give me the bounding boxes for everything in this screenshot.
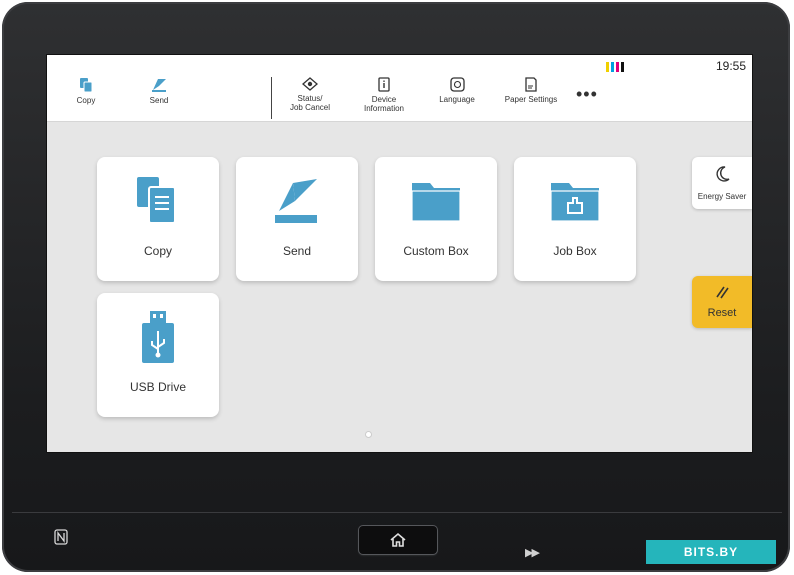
page-indicator (365, 431, 372, 438)
toner-magenta (616, 62, 619, 72)
usb-drive-icon (142, 311, 174, 363)
topbar-copy-button[interactable]: Copy (47, 77, 126, 105)
paper-settings-label: Paper Settings (504, 95, 558, 104)
language-icon (449, 77, 465, 92)
reset-icon (716, 286, 729, 299)
usb-drive-tile[interactable]: USB Drive (97, 293, 219, 417)
send-icon (152, 79, 166, 92)
status-job-cancel-label: Status/ Job Cancel (289, 94, 331, 112)
copy-icon (80, 78, 93, 93)
language-label: Language (439, 95, 475, 104)
device-information-button[interactable]: Device Information (344, 77, 424, 113)
custom-box-tile[interactable]: Custom Box (375, 157, 497, 281)
topbar-send-label: Send (149, 96, 169, 105)
usb-drive-tile-label: USB Drive (129, 380, 186, 394)
paper-icon (525, 77, 537, 92)
printer-panel: Copy Send Status/ Job Cancel Device Info… (2, 2, 790, 572)
chevron-right-icon: ▶▶ (525, 547, 540, 559)
copy-tile-label: Copy (143, 244, 172, 258)
home-button[interactable] (359, 526, 437, 554)
copy-tile[interactable]: Copy (97, 157, 219, 281)
home-icon (390, 532, 406, 547)
send-tile-label: Send (282, 244, 312, 258)
job-box-tile-label: Job Box (553, 244, 597, 258)
topbar-send-button[interactable]: Send (119, 77, 199, 105)
reset-label: Reset (707, 307, 737, 319)
job-box-tile[interactable]: Job Box (514, 157, 636, 281)
paper-settings-button[interactable]: Paper Settings (491, 77, 571, 104)
device-information-label: Device Information (363, 95, 405, 113)
clock: 19:55 (715, 59, 746, 73)
send-icon (275, 179, 317, 223)
folder-icon (411, 183, 461, 222)
toner-black (621, 62, 624, 72)
watermark-logo: BITS.BY (646, 540, 776, 564)
toner-cyan (611, 62, 614, 72)
nfc-icon (54, 529, 68, 545)
bottom-divider (12, 512, 782, 513)
toner-level-indicator (606, 62, 624, 72)
toner-yellow (606, 62, 609, 72)
copy-icon (137, 177, 176, 224)
touch-screen: Copy Send Status/ Job Cancel Device Info… (46, 54, 753, 453)
info-icon (378, 77, 390, 92)
job-box-icon (550, 183, 600, 222)
top-bar: Copy Send Status/ Job Cancel Device Info… (47, 55, 752, 122)
custom-box-tile-label: Custom Box (403, 244, 469, 258)
energy-saver-label: Energy Saver (697, 192, 747, 201)
moon-icon (716, 166, 730, 182)
language-button[interactable]: Language (417, 77, 497, 104)
status-job-cancel-button[interactable]: Status/ Job Cancel (270, 77, 350, 112)
energy-saver-button[interactable]: Energy Saver (692, 157, 752, 209)
eye-icon (302, 77, 318, 91)
send-tile[interactable]: Send (236, 157, 358, 281)
topbar-copy-label: Copy (76, 96, 96, 105)
more-menu-button[interactable]: ••• (576, 85, 598, 103)
reset-button[interactable]: Reset (692, 276, 752, 328)
